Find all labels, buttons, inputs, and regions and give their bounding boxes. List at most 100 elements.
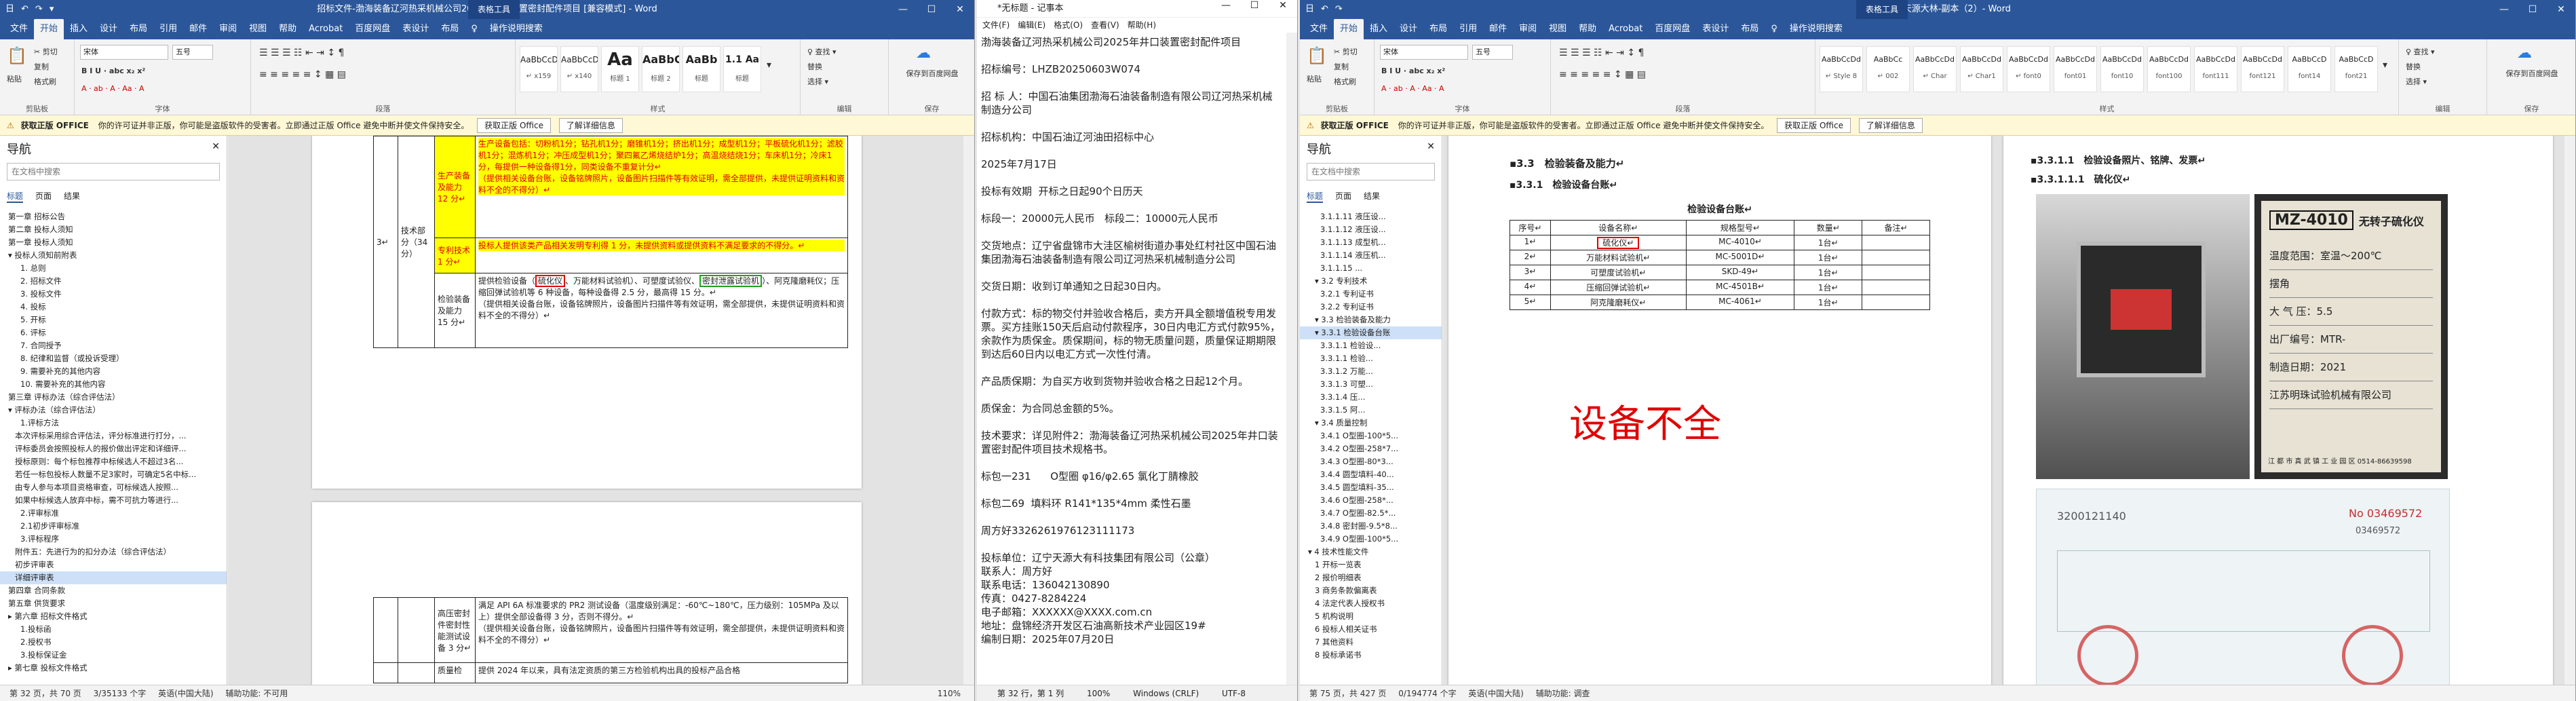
style-item[interactable]: 1.1 Aa 标题 (723, 46, 761, 92)
nav-heading-item[interactable]: 5 机构说明 (1300, 610, 1442, 623)
nav-heading-item[interactable]: ▾ 3.4 质量控制 (1300, 417, 1442, 430)
nav-heading-item[interactable]: 3.4.5 圆型填料-35... (1300, 481, 1442, 494)
style-item[interactable]: AaBbCcDd ↵ Char (1913, 46, 1957, 92)
tab-layout[interactable]: 布局 (123, 19, 153, 39)
minimize-button[interactable]: — (889, 0, 917, 19)
nav-heading-item[interactable]: 3.3.1.1 检验... (1300, 352, 1442, 365)
tab-references[interactable]: 引用 (153, 19, 183, 39)
get-genuine-button[interactable]: 获取正版 Office (477, 118, 552, 133)
tab-review[interactable]: 审阅 (1513, 19, 1543, 39)
nav-heading-item[interactable]: ▾ 评标办法（综合评估法） (0, 404, 227, 417)
nav-search-input[interactable]: 在文档中搜索 (7, 163, 220, 181)
close-button[interactable]: ✕ (1269, 0, 1297, 18)
cut-button[interactable]: ✂ 剪切 (1334, 46, 1358, 57)
nav-heading-item[interactable]: 9. 需要补充的其他内容 (0, 365, 227, 378)
nav-heading-item[interactable]: 3.评标程序 (0, 533, 227, 546)
paste-button[interactable]: 粘贴 (7, 73, 22, 84)
get-genuine-button[interactable]: 获取正版 Office (1777, 118, 1851, 133)
copy-button[interactable]: 复制 (1334, 61, 1349, 72)
nav-heading-item[interactable]: 6 投标人相关证书 (1300, 623, 1442, 636)
language[interactable]: 英语(中国大陆) (1468, 689, 1523, 698)
nav-heading-item[interactable]: 4. 投标 (0, 301, 227, 314)
nav-heading-item[interactable]: ▸ 第七章 投标文件格式 (0, 662, 227, 675)
nav-heading-item[interactable]: 3.2.1 专利证书 (1300, 288, 1442, 301)
nav-heading-item[interactable]: 如果中标候选人放弃中标，需不可抗力等进行... (0, 494, 227, 507)
vertical-scrollbar[interactable] (963, 136, 974, 685)
nav-heading-item[interactable]: 3.3.1.5 阿... (1300, 404, 1442, 417)
vertical-scrollbar[interactable] (2564, 136, 2575, 685)
paragraph-row-1[interactable]: ☰ ☰ ☰ ☷ ⇤ ⇥ ↕ ¶ (259, 48, 344, 58)
nav-heading-item[interactable]: 6. 评标 (0, 326, 227, 339)
paragraph-row-2[interactable]: ≡ ≡ ≡ ≡ ≡ ↕ ▦ ▤ (259, 69, 346, 80)
tab-acrobat[interactable]: Acrobat (303, 19, 349, 39)
nav-heading-item[interactable]: 2 报价明细表 (1300, 571, 1442, 584)
replace-button[interactable]: 替换 (807, 61, 822, 72)
menu-file[interactable]: 文件(F) (982, 18, 1010, 33)
nav-heading-item[interactable]: 7 其他资料 (1300, 636, 1442, 649)
word-count[interactable]: 3/35133 个字 (94, 689, 147, 698)
nav-heading-item[interactable]: ▾ 3.3 检验装备及能力 (1300, 314, 1442, 326)
tab-help[interactable]: 帮助 (1573, 19, 1602, 39)
accessibility[interactable]: 辅助功能: 不可用 (225, 689, 288, 698)
style-item[interactable]: AaBbCcDd font111 (2194, 46, 2237, 92)
nav-heading-item[interactable]: 3.4.4 圆型填料-40... (1300, 468, 1442, 481)
font-color-row[interactable]: A · ab · A · Aa · A (1381, 84, 1444, 93)
nav-heading-item[interactable]: 初步评审表 (0, 558, 227, 571)
paste-button[interactable]: 粘贴 (1307, 73, 1322, 84)
format-painter-button[interactable]: 格式刷 (1334, 76, 1356, 87)
tab-acrobat[interactable]: Acrobat (1602, 19, 1649, 39)
nav-heading-item[interactable]: ▾ 4 技术性能文件 (1300, 546, 1442, 558)
paste-icon[interactable]: 📋 (7, 46, 27, 65)
nav-heading-item[interactable]: 3.1.1.15 ... (1300, 262, 1442, 275)
nav-heading-item[interactable]: 第四章 合同条款 (0, 584, 227, 597)
nav-heading-item[interactable]: 7. 合同授予 (0, 339, 227, 352)
nav-heading-item[interactable]: 1.评标方法 (0, 417, 227, 430)
nav-heading-item[interactable]: 3.3.1.4 压... (1300, 391, 1442, 404)
font-format-row[interactable]: B I U · abc x₂ x² (1381, 67, 1445, 75)
nav-heading-item[interactable]: 第三章 评标办法（综合评估法） (0, 391, 227, 404)
nav-heading-item[interactable]: ▾ 3.2 专利技术 (1300, 275, 1442, 288)
font-size-box[interactable]: 五号 (172, 45, 213, 60)
menu-format[interactable]: 格式(O) (1054, 18, 1083, 33)
select-button[interactable]: 选择 ▾ (807, 76, 828, 87)
cloud-icon[interactable]: ☁ (916, 45, 931, 62)
tab-view[interactable]: 视图 (1543, 19, 1573, 39)
tab-mailings[interactable]: 邮件 (1483, 19, 1513, 39)
tell-me-search[interactable]: 操作说明搜索 (484, 19, 549, 39)
menu-view[interactable]: 查看(V) (1091, 18, 1119, 33)
style-item[interactable]: AaBbCcDd ↵ Char1 (1960, 46, 2003, 92)
nav-heading-item[interactable]: 2.1初步评审标准 (0, 520, 227, 533)
tab-baidu[interactable]: 百度网盘 (1649, 19, 1696, 39)
close-button[interactable]: ✕ (946, 0, 974, 19)
accessibility[interactable]: 辅助功能: 调查 (1536, 689, 1590, 698)
nav-heading-item[interactable]: 2.授权书 (0, 636, 227, 649)
nav-heading-item[interactable]: ▾ 投标人须知前附表 (0, 249, 227, 262)
nav-heading-item[interactable]: 第一章 招标公告 (0, 210, 227, 223)
menu-edit[interactable]: 编辑(E) (1018, 18, 1045, 33)
paste-icon[interactable]: 📋 (1307, 46, 1327, 65)
nav-heading-item[interactable]: 3 商务条款偏离表 (1300, 584, 1442, 597)
nav-heading-item[interactable]: 3.4.6 O型圈-258*... (1300, 494, 1442, 507)
tab-file[interactable]: 文件 (4, 19, 34, 39)
nav-heading-item[interactable]: 3.2.2 专利证书 (1300, 301, 1442, 314)
replace-button[interactable]: 替换 (2406, 61, 2421, 72)
learn-more-button[interactable]: 了解详细信息 (558, 118, 623, 133)
lightbulb-icon[interactable]: ♀ (465, 19, 484, 39)
word-count[interactable]: 0/194774 个字 (1398, 689, 1456, 698)
nav-heading-item[interactable]: 3.4.3 O型圈-80*3... (1300, 455, 1442, 468)
font-color-row[interactable]: A · ab · A · Aa · A (81, 84, 145, 93)
tab-insert[interactable]: 插入 (64, 19, 94, 39)
nav-heading-item[interactable]: 详细评审表 (0, 571, 227, 584)
style-item[interactable]: AaBbCcDd font10 (2100, 46, 2144, 92)
style-item[interactable]: AaBbCc ↵ 002 (1866, 46, 1910, 92)
style-item[interactable]: AaBbCcDd ↵ font0 (2007, 46, 2050, 92)
nav-heading-item[interactable]: 第一章 投标人须知 (0, 236, 227, 249)
nav-heading-item[interactable]: 2.评审标准 (0, 507, 227, 520)
styles-more-icon[interactable]: ▾ (2383, 60, 2387, 71)
font-name-box[interactable]: 宋体 (1380, 45, 1468, 60)
tab-table-layout[interactable]: 布局 (1735, 19, 1765, 39)
tab-home[interactable]: 开始 (34, 19, 64, 39)
tab-layout[interactable]: 布局 (1423, 19, 1453, 39)
paragraph-row-2[interactable]: ≡ ≡ ≡ ≡ ≡ ↕ ▦ ▤ (1559, 69, 1646, 80)
zoom-level[interactable]: 110% (938, 685, 961, 701)
